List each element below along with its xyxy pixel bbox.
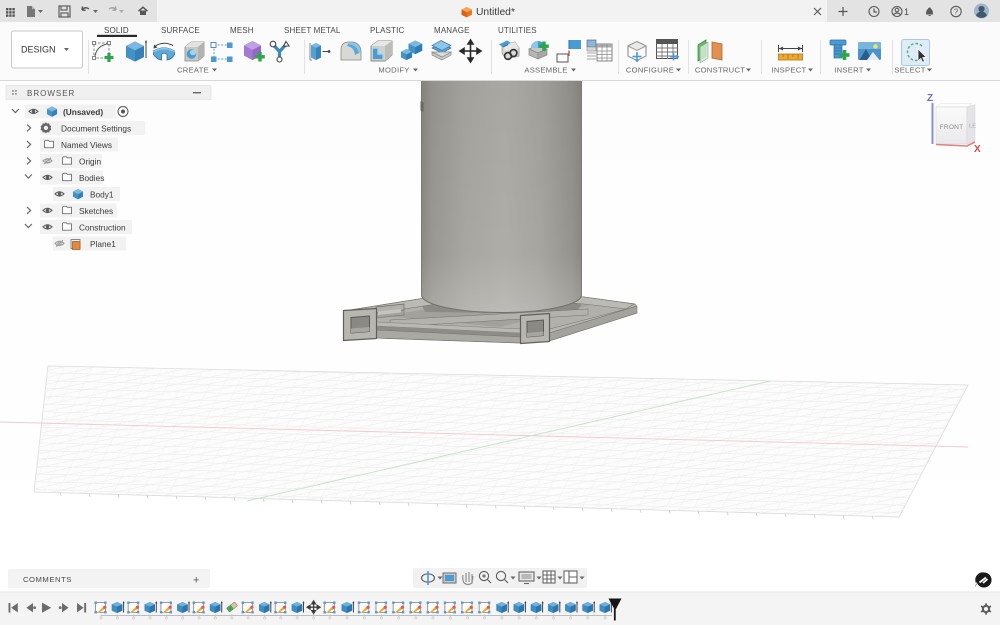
svg-text:SOLID: SOLID xyxy=(104,26,129,35)
svg-text:Named Views: Named Views xyxy=(61,140,112,150)
svg-text:Bodies: Bodies xyxy=(79,173,104,183)
svg-text:Document Settings: Document Settings xyxy=(61,124,131,134)
svg-text:BROWSER: BROWSER xyxy=(27,89,75,98)
svg-text:Sketches: Sketches xyxy=(79,206,113,216)
svg-text:X: X xyxy=(974,144,981,155)
svg-text:Z: Z xyxy=(927,93,933,104)
svg-text:PLASTIC: PLASTIC xyxy=(370,26,404,35)
svg-text:FRONT: FRONT xyxy=(940,124,964,131)
svg-text:CONFIGURE: CONFIGURE xyxy=(626,66,674,75)
svg-text:INSERT: INSERT xyxy=(834,66,864,75)
svg-text:Plane1: Plane1 xyxy=(90,239,116,249)
svg-text:LE: LE xyxy=(969,124,976,130)
svg-text:COMMENTS: COMMENTS xyxy=(23,575,72,584)
svg-text:UTILITIES: UTILITIES xyxy=(498,26,537,35)
svg-text:INSPECT: INSPECT xyxy=(771,66,806,75)
svg-text:1: 1 xyxy=(904,7,909,17)
svg-text:Construction: Construction xyxy=(79,223,126,233)
svg-text:SELECT: SELECT xyxy=(894,66,925,75)
svg-text:?: ? xyxy=(954,8,959,17)
svg-text:DESIGN: DESIGN xyxy=(21,45,56,55)
svg-text:MESH: MESH xyxy=(230,26,254,35)
svg-text:ASSEMBLE: ASSEMBLE xyxy=(524,66,567,75)
svg-text:CREATE: CREATE xyxy=(177,66,209,75)
svg-text:+: + xyxy=(193,575,199,587)
svg-text:SHEET METAL: SHEET METAL xyxy=(284,26,341,35)
svg-text:(Unsaved): (Unsaved) xyxy=(63,107,103,117)
svg-text:Body1: Body1 xyxy=(90,190,114,200)
svg-text:MANAGE: MANAGE xyxy=(434,26,470,35)
svg-text:Origin: Origin xyxy=(79,157,102,167)
svg-text:MODIFY: MODIFY xyxy=(378,66,409,75)
svg-text:CONSTRUCT: CONSTRUCT xyxy=(695,66,745,75)
svg-text:Untitled*: Untitled* xyxy=(476,7,515,18)
svg-text:SURFACE: SURFACE xyxy=(161,26,200,35)
